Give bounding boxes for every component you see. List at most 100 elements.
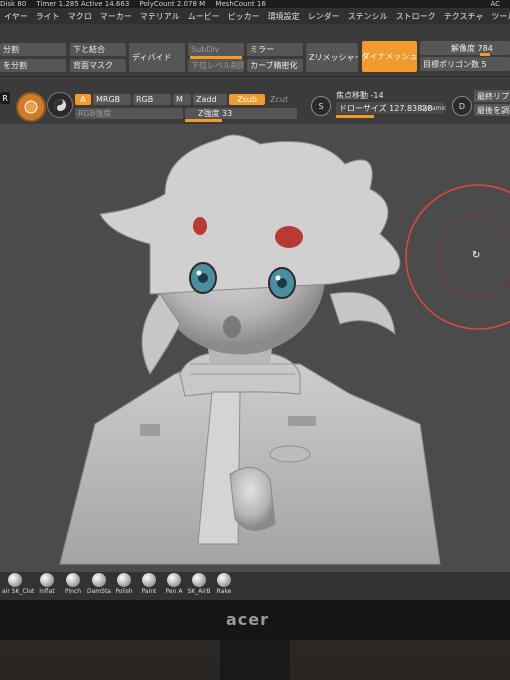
- latest-replay-label: 最終リプレ: [477, 91, 510, 101]
- brush-label: SK_AirB: [187, 588, 211, 595]
- status-polycount: PolyCount 2.078 M: [139, 0, 206, 8]
- menu-light[interactable]: ライト: [32, 11, 64, 22]
- monitor-screen: Disk 80 Timer 1.285 Active 14.663 PolyCo…: [0, 0, 510, 600]
- s-key-label: S: [318, 101, 324, 111]
- status-bar: Disk 80 Timer 1.285 Active 14.663 PolyCo…: [0, 0, 510, 8]
- menu-movie[interactable]: ムービー: [184, 11, 224, 22]
- brush-ball-icon: [40, 573, 54, 587]
- menu-picker[interactable]: ピッカー: [224, 11, 264, 22]
- status-timer: Timer 1.285 Active 14.663: [36, 0, 130, 8]
- zadd-button[interactable]: Zadd: [193, 94, 227, 105]
- brush-paint[interactable]: Paint: [136, 573, 162, 599]
- lazy-radius-button[interactable]: 最終リプレ: [474, 90, 510, 102]
- toolbar-divider: [0, 76, 510, 77]
- brush-ball-icon: [66, 573, 80, 587]
- divide-button[interactable]: ディバイド: [129, 43, 185, 72]
- menu-material[interactable]: マテリアル: [136, 11, 184, 22]
- target-polygon-label: 目標ポリゴン数 5: [423, 59, 487, 69]
- brush-label: Polish: [115, 588, 133, 595]
- brush-ball-icon: [167, 573, 181, 587]
- r-button[interactable]: R: [0, 92, 10, 104]
- mirror-button[interactable]: ミラー: [247, 43, 303, 56]
- draw-size-label: ドローサイズ 127.83828: [339, 103, 433, 113]
- brush-pinch[interactable]: Pinch: [60, 573, 86, 599]
- resolution-label: 解像度 784: [451, 43, 493, 53]
- brush-label: Pen A: [165, 588, 183, 595]
- brush-shelf: air SK_Clot Inflat Pinch DamSta Polish P…: [0, 572, 510, 600]
- resolution-slider[interactable]: 解像度 784: [420, 41, 510, 55]
- delete-lower-button[interactable]: 下位レベル削除: [188, 59, 244, 72]
- adjust-last-button[interactable]: 最後を調整: [474, 104, 510, 116]
- subdiv-button[interactable]: SubDiv: [188, 43, 244, 56]
- status-meshcount: MeshCount 16: [215, 0, 266, 8]
- menu-marker[interactable]: マーカー: [96, 11, 136, 22]
- brush-sk-cloth[interactable]: air SK_Clot: [2, 573, 35, 599]
- m-button[interactable]: M: [173, 94, 191, 105]
- focal-shift-label[interactable]: 焦点移動 -14: [336, 90, 384, 101]
- brush-label: Rake: [216, 588, 232, 595]
- brush-ball-icon: [8, 573, 22, 587]
- zsub-button[interactable]: Zsub: [229, 94, 265, 105]
- brush-inflat[interactable]: Inflat: [34, 573, 60, 599]
- menu-macro[interactable]: マクロ: [64, 11, 96, 22]
- split-button[interactable]: 分割: [0, 43, 66, 56]
- d-key-label: D: [458, 101, 466, 111]
- adjust-last-label: 最後を調整: [477, 105, 510, 115]
- resolution-slider-fill: [480, 53, 490, 56]
- brush-damstandard[interactable]: DamSta: [86, 573, 112, 599]
- rgb-intensity-slider[interactable]: RGB強度: [75, 108, 183, 119]
- toolbar: 分割 を分割 下と結合 背面マスク ディバイド SubDiv 下位レベル削除 ミ…: [0, 24, 510, 124]
- s-key-icon[interactable]: S: [311, 96, 331, 116]
- split-hidden-button[interactable]: を分割: [0, 59, 66, 72]
- brush-label: Pinch: [64, 588, 82, 595]
- sculpt-viewport[interactable]: ↻: [0, 124, 510, 572]
- rgb-intensity-label: RGB強度: [78, 109, 112, 118]
- merge-down-button[interactable]: 下と結合: [70, 43, 126, 56]
- target-polygon-slider[interactable]: 目標ポリゴン数 5: [420, 57, 510, 71]
- brush-rake[interactable]: Rake: [211, 573, 237, 599]
- backface-mask-button[interactable]: 背面マスク: [70, 59, 126, 72]
- z-intensity-label: Z強度 33: [198, 109, 233, 118]
- menu-render[interactable]: レンダー: [304, 11, 344, 22]
- refresh-cursor-icon: ↻: [472, 250, 481, 261]
- brush-sk-airbrush[interactable]: SK_AirB: [186, 573, 212, 599]
- dynamic-label[interactable]: Dynamic: [420, 105, 446, 112]
- sculpt-model: [59, 134, 510, 565]
- status-ac: AC: [490, 0, 500, 8]
- monitor-logo: acer: [226, 610, 270, 629]
- menu-texture[interactable]: テクスチャ: [440, 11, 488, 22]
- brush-ball-icon: [192, 573, 206, 587]
- brush-ball-icon: [142, 573, 156, 587]
- dynamesh-button[interactable]: ダイナメッシュ: [362, 41, 417, 72]
- menu-preferences[interactable]: 環境設定: [264, 11, 304, 22]
- draw-size-fill: [336, 115, 374, 118]
- brush-icon[interactable]: [16, 92, 46, 122]
- a-toggle-button[interactable]: A: [75, 94, 91, 105]
- menu-bar: イヤー ライト マクロ マーカー マテリアル ムービー ピッカー 環境設定 レン…: [0, 8, 510, 24]
- z-intensity-fill: [185, 119, 222, 122]
- menu-stroke[interactable]: ストローク: [392, 11, 440, 22]
- brush-label: DamSta: [87, 588, 111, 595]
- brush-ball-icon: [117, 573, 131, 587]
- rgb-button[interactable]: RGB: [133, 94, 171, 105]
- mrgb-button[interactable]: MRGB: [93, 94, 131, 105]
- brush-label: Inflat: [39, 588, 55, 595]
- zcut-button[interactable]: Zcut: [267, 94, 297, 105]
- status-disk: Disk 80: [0, 0, 27, 8]
- menu-layer[interactable]: イヤー: [0, 11, 32, 22]
- brush-label: Paint: [141, 588, 157, 595]
- brush-pen-a[interactable]: Pen A: [161, 573, 187, 599]
- z-intensity-slider[interactable]: Z強度 33: [185, 108, 297, 119]
- menu-stencil[interactable]: ステンシル: [344, 11, 392, 22]
- curve-refine-button[interactable]: カーブ精密化: [247, 59, 303, 72]
- zremesher-button[interactable]: Zリメッシャー: [306, 43, 358, 72]
- brush-label: air SK_Clot: [2, 588, 35, 595]
- brush-polish[interactable]: Polish: [111, 573, 137, 599]
- photo-frame: Disk 80 Timer 1.285 Active 14.663 PolyCo…: [0, 0, 510, 680]
- brush-ball-icon: [217, 573, 231, 587]
- brush-ball-icon: [92, 573, 106, 587]
- d-key-icon[interactable]: D: [452, 96, 472, 116]
- monitor-stand: [220, 640, 290, 680]
- material-sphere-icon[interactable]: [47, 92, 73, 118]
- menu-tool[interactable]: ツール: [487, 11, 510, 22]
